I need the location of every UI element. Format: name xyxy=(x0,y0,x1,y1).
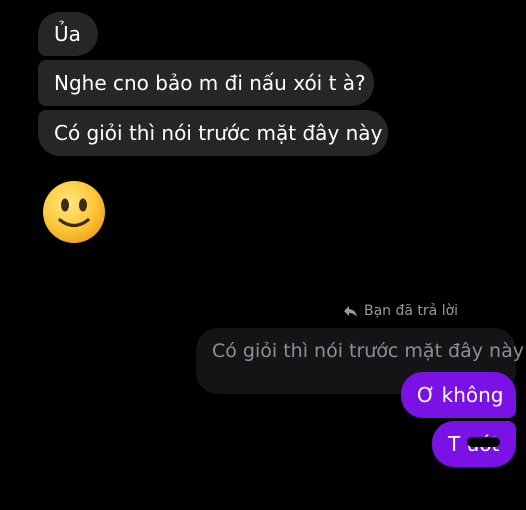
reply-arrow-icon xyxy=(344,305,357,317)
message-text: Có giỏi thì nói trước mặt đây này xyxy=(54,121,383,145)
reply-indicator: Bạn đã trả lời xyxy=(343,303,458,319)
redaction-mark xyxy=(467,437,500,447)
message-text: Ủa xyxy=(54,22,81,46)
quoted-message-text: Có giỏi thì nói trước mặt đây này xyxy=(212,340,524,362)
message-text: Ơ không xyxy=(417,383,504,407)
incoming-message[interactable]: Có giỏi thì nói trước mặt đây này xyxy=(38,110,388,156)
message-text: Nghe cno bảo m đi nấu xói t à? xyxy=(54,71,366,95)
emoji-graphic xyxy=(43,181,105,243)
reply-label-text: Bạn đã trả lời xyxy=(364,303,459,319)
outgoing-message[interactable]: Ơ không xyxy=(401,372,516,418)
incoming-message[interactable]: Nghe cno bảo m đi nấu xói t à? xyxy=(38,60,374,106)
incoming-message[interactable]: Ủa xyxy=(38,12,98,56)
slightly-smiling-face-icon[interactable] xyxy=(42,180,106,244)
